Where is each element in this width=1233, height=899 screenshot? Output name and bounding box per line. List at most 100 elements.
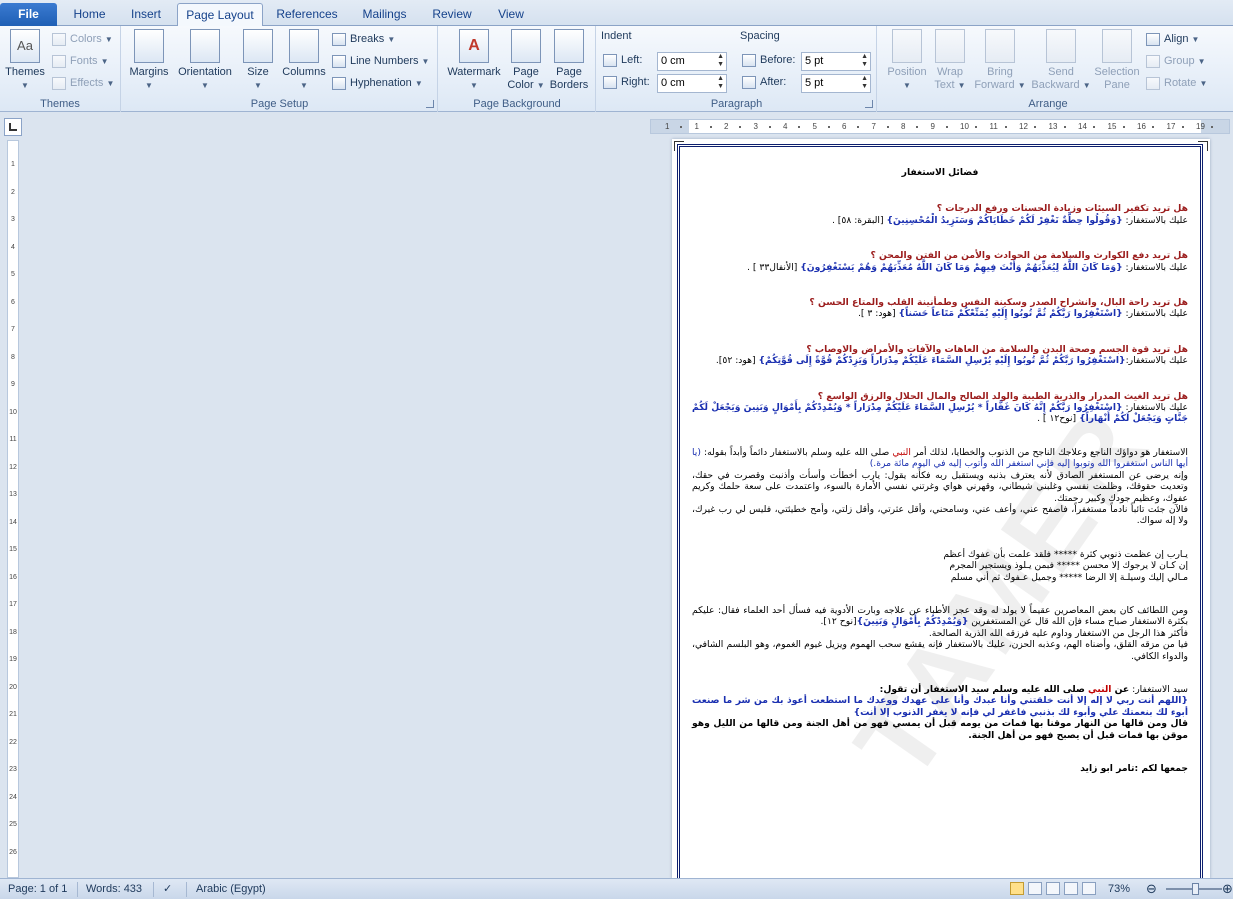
ruler-tick-mark [1004,126,1007,128]
page-borders-icon [554,29,584,63]
spacing-after-icon [742,75,756,89]
crop-mark [1198,141,1208,151]
ruler-tick-label: 8 [901,122,906,131]
effects-button[interactable]: Effects ▼ [52,73,114,93]
signature: جمعها لكم :تامر ابو زايد [1080,763,1188,774]
ruler-tick-label: 18 [9,628,17,636]
ruler-tick-label: 13 [1048,122,1058,131]
indent-right-input[interactable]: 0 cm ▲ ▼ [657,74,727,93]
columns-icon [289,29,319,63]
ruler-tick-label: 11 [989,122,998,131]
page-count[interactable]: Page: 1 of 1 [8,882,78,897]
zoom-out-icon[interactable]: ⊖ [1146,882,1160,897]
ruler-tick-label: 15 [9,546,17,553]
bring-forward-button[interactable]: Bring Forward ▼ [972,29,1028,92]
paragraph-launcher[interactable] [865,100,873,108]
poem: يـارب إن عظمت ذنوبي كثرة ***** فلقد علمت… [692,549,1188,583]
zoom-level[interactable]: 73% [1108,882,1138,897]
tab-home[interactable]: Home [62,3,117,26]
ruler-tick-label: 20 [9,683,17,691]
margins-button[interactable]: Margins ▼ [126,29,172,92]
tab-review[interactable]: Review [424,3,480,26]
ruler-tick-label: 1 [694,122,699,131]
selection-pane-button[interactable]: Selection Pane [1092,29,1142,92]
ruler-toggle-button[interactable] [4,118,22,136]
full-screen-reading-icon[interactable] [1028,882,1042,895]
ruler-tick-mark [1034,126,1036,128]
ruler-tick-mark [945,126,948,128]
ruler-tick-label: 23 [9,766,17,773]
spin-arrows-icon[interactable]: ▲ ▼ [861,53,868,69]
ruler-tick-mark [739,126,741,128]
colors-button[interactable]: Colors ▼ [52,29,113,49]
size-button[interactable]: Size ▼ [240,29,276,92]
language-indicator[interactable]: Arabic (Egypt) [196,882,286,897]
spacing-after-input[interactable]: 5 pt ▲ ▼ [801,74,871,93]
themes-button[interactable]: Aa Themes ▼ [4,29,46,92]
zoom-in-icon[interactable]: ⊕ [1222,882,1233,897]
arrange-group: Position ▼ Wrap Text ▼ Bring Forward ▼ Send… [878,26,1218,112]
answer-line: عليك بالاستغفار: {اسْتَغْفِرُوا رَبَّكُم… [857,308,1188,320]
ruler-tick-label: 11 [9,436,17,443]
horizontal-ruler[interactable]: 1 1 2 3 4 5 6 7 8 9 10 11 12 13 14 15 16 17 19 [650,119,1230,134]
hyphenation-button[interactable]: Hyphenation ▼ [332,73,423,93]
spin-arrows-icon[interactable]: ▲ ▼ [861,75,868,91]
tab-file[interactable]: File [0,3,57,26]
spacing-before-label: Before: [742,50,795,70]
proofing-icon[interactable]: ✓ [163,882,187,897]
spin-arrows-icon[interactable]: ▲ ▼ [717,75,724,91]
answer-line: عليك بالاستغفار: {وَمَا كَانَ اللَّهُ لِ… [747,261,1188,273]
position-button[interactable]: Position ▼ [882,29,932,92]
document-page[interactable]: TAMER فضائل الاستغفار هل تريد تكفير السي… [672,139,1210,879]
spacing-heading: Spacing [740,30,780,42]
send-backward-button[interactable]: Send Backward ▼ [1030,29,1092,92]
columns-button[interactable]: Columns ▼ [280,29,328,92]
rotate-button[interactable]: Rotate ▼ [1146,73,1207,93]
size-icon [243,29,273,63]
word-count[interactable]: Words: 433 [86,882,154,897]
ruler-tick-label: 16 [1137,122,1146,131]
document-body[interactable]: فضائل الاستغفار هل تريد تكفير السيئات وز… [692,167,1188,774]
fonts-button[interactable]: Fonts ▼ [52,51,109,71]
wrap-text-icon [935,29,965,63]
ruler-tick-label: 15 [1107,122,1117,131]
spacing-before-input[interactable]: 5 pt ▲ ▼ [801,52,871,71]
page-setup-launcher[interactable] [426,100,434,108]
ruler-tick-label: 5 [11,271,15,278]
print-layout-icon[interactable] [1010,882,1024,895]
page-color-button[interactable]: Page Color ▼ [507,29,545,92]
indent-left-input[interactable]: 0 cm ▲ ▼ [657,52,727,71]
web-layout-icon[interactable] [1046,882,1060,895]
question-heading: هل تريد دفع الكوارث والسلامة من الحوادث … [870,250,1188,262]
page-borders-button[interactable]: Page Borders [547,29,591,92]
breaks-button[interactable]: Breaks ▼ [332,29,395,49]
ruler-tick-mark [1122,126,1125,128]
tab-insert[interactable]: Insert [120,3,172,26]
group-button[interactable]: Group ▼ [1146,51,1206,71]
tab-references[interactable]: References [268,3,346,26]
line-numbers-button[interactable]: Line Numbers ▼ [332,51,429,71]
orientation-button[interactable]: Orientation ▼ [174,29,236,92]
ruler-tick-label: 6 [11,298,15,306]
draft-view-icon[interactable] [1082,882,1096,895]
watermark-button[interactable]: A Watermark ▼ [443,29,505,92]
zoom-slider-thumb[interactable] [1192,883,1199,895]
indent-right-label: Right: [603,72,650,92]
align-button[interactable]: Align ▼ [1146,29,1199,49]
status-bar: Page: 1 of 1 Words: 433 ✓ Arabic (Egypt)… [0,878,1233,899]
wrap-text-button[interactable]: Wrap Text ▼ [932,29,968,92]
paragraph-group: Indent Left: 0 cm ▲ ▼ Right: 0 cm ▲ ▼ Spacin… [597,26,877,112]
vertical-ruler[interactable]: 1 2 3 4 5 6 7 8 9 10 11 12 13 14 15 16 17 18 19 20 21 22 23 24 2… [7,140,19,878]
outline-view-icon[interactable] [1064,882,1078,895]
spin-arrows-icon[interactable]: ▲ ▼ [717,53,724,69]
tab-mailings[interactable]: Mailings [352,3,417,26]
ruler-tick-mark [768,126,771,128]
ruler-margin-right [1201,120,1229,133]
ruler-tick-mark [916,126,918,128]
tab-page-layout[interactable]: Page Layout [177,3,263,27]
ruler-tick-mark [1093,126,1095,128]
group-icon [1146,54,1160,68]
ruler-tick-mark [1152,126,1154,128]
tab-view[interactable]: View [486,3,536,26]
ruler-tick-mark [680,126,682,128]
